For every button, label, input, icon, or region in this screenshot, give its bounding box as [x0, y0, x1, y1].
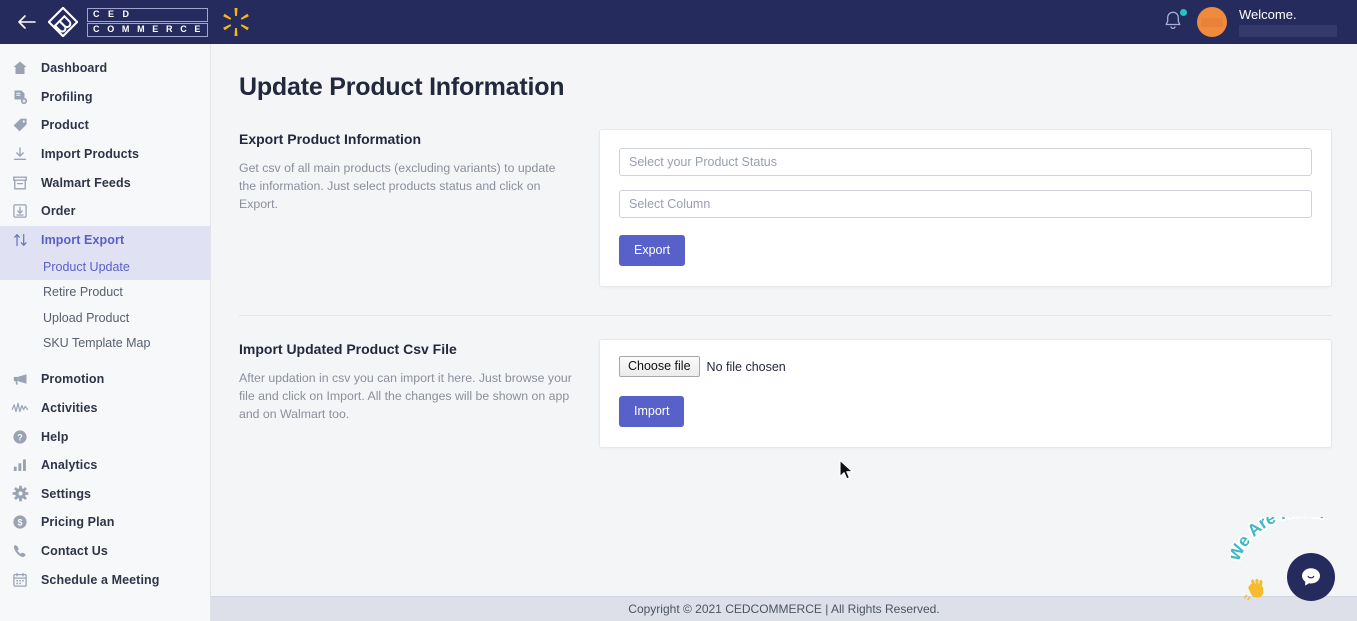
brand-line-one: C E D — [87, 7, 209, 22]
sidebar-nav: Dashboard Profiling Product Import Produ… — [0, 44, 211, 621]
sidebar-item-walmart-feeds[interactable]: Walmart Feeds — [0, 168, 210, 197]
sidebar-subitem-product-update[interactable]: Product Update — [0, 254, 210, 280]
up-down-arrows-icon — [8, 230, 32, 250]
sidebar-subitem-upload-product[interactable]: Upload Product — [0, 305, 210, 331]
sidebar-item-import-products[interactable]: Import Products — [0, 140, 210, 169]
sidebar-sublabel: Upload Product — [43, 310, 130, 325]
app-window: C E D C O M M E R C E Welcome. Dashboard… — [0, 0, 1357, 621]
sidebar-label: Promotion — [41, 372, 105, 387]
sidebar-sublabel: Product Update — [43, 259, 130, 274]
sidebar-label: Settings — [41, 486, 92, 501]
sidebar-label: Import Export — [41, 232, 125, 247]
sidebar-item-help[interactable]: ? Help — [0, 422, 210, 451]
sidebar-item-order[interactable]: Order — [0, 197, 210, 226]
sidebar-item-import-export[interactable]: Import Export — [0, 225, 210, 255]
bar-chart-icon — [8, 455, 32, 475]
archive-box-icon — [8, 173, 32, 193]
sidebar-item-pricing-plan[interactable]: $ Pricing Plan — [0, 508, 210, 537]
sidebar-label: Schedule a Meeting — [41, 572, 160, 587]
inbox-download-icon — [8, 201, 32, 221]
sidebar-item-contact-us[interactable]: Contact Us — [0, 537, 210, 566]
avatar-redaction — [1201, 18, 1223, 27]
sidebar-label: Walmart Feeds — [41, 175, 131, 190]
gear-icon — [8, 484, 32, 504]
sidebar-label: Contact Us — [41, 544, 108, 559]
import-description: After updation in csv you can import it … — [239, 371, 572, 421]
sidebar-item-dashboard[interactable]: Dashboard — [0, 54, 210, 83]
welcome-block: Welcome. — [1239, 6, 1337, 37]
megaphone-icon — [8, 369, 32, 389]
sidebar-item-promotion[interactable]: Promotion — [0, 365, 210, 394]
select-column-input[interactable] — [619, 190, 1312, 218]
file-picker-row: Choose file No file chosen — [619, 356, 1312, 377]
sidebar-sublabel: SKU Template Map — [43, 336, 151, 351]
product-status-select[interactable] — [619, 148, 1312, 176]
export-button[interactable]: Export — [619, 235, 686, 266]
sidebar-item-product[interactable]: Product — [0, 111, 210, 140]
svg-text:$: $ — [17, 518, 22, 528]
ced-diamond-logo — [47, 6, 79, 38]
activity-pulse-icon — [8, 398, 32, 418]
import-heading: Import Updated Product Csv File — [239, 341, 457, 357]
export-heading: Export Product Information — [239, 131, 421, 147]
footer: Copyright © 2021 CEDCOMMERCE | All Right… — [211, 596, 1357, 621]
top-header: C E D C O M M E R C E Welcome. — [0, 0, 1357, 44]
file-name-label: No file chosen — [706, 359, 786, 374]
sidebar-label: Pricing Plan — [41, 515, 115, 530]
copyright-text: Copyright © 2021 CEDCOMMERCE | All Right… — [628, 602, 940, 616]
notification-bell-icon[interactable] — [1161, 9, 1187, 35]
brand-line-two: C O M M E R C E — [87, 22, 209, 37]
export-card: Export — [599, 129, 1332, 287]
notification-dot — [1180, 9, 1187, 16]
main-content: Update Product Information Export Produc… — [211, 44, 1357, 596]
sidebar-label: Analytics — [41, 458, 98, 473]
welcome-text: Welcome. — [1239, 6, 1297, 22]
home-icon — [8, 58, 32, 78]
sidebar-label: Dashboard — [41, 61, 108, 76]
sidebar-item-activities[interactable]: Activities — [0, 394, 210, 423]
sidebar-sublabel: Retire Product — [43, 285, 123, 300]
download-icon — [8, 144, 32, 164]
help-circle-icon: ? — [8, 427, 32, 447]
ced-wordmark: C E D C O M M E R C E — [87, 7, 209, 37]
calendar-icon — [8, 570, 32, 590]
username-redaction — [1239, 24, 1337, 37]
sidebar-item-profiling[interactable]: Profiling — [0, 83, 210, 112]
walmart-spark-icon — [220, 6, 252, 38]
import-section: Import Updated Product Csv File After up… — [211, 339, 1357, 448]
sidebar-label: Import Products — [41, 147, 140, 162]
phone-icon — [8, 541, 32, 561]
choose-file-button[interactable]: Choose file — [619, 356, 700, 377]
brand-logo[interactable]: C E D C O M M E R C E — [47, 6, 209, 38]
sidebar-subitem-retire-product[interactable]: Retire Product — [0, 280, 210, 306]
section-divider — [239, 315, 1332, 316]
header-right-tools: Welcome. — [1161, 0, 1357, 44]
sidebar-label: Activities — [41, 401, 98, 416]
sidebar-subitem-sku-template-map[interactable]: SKU Template Map — [0, 331, 210, 357]
import-section-text: Import Updated Product Csv File After up… — [239, 339, 599, 423]
document-plus-icon — [8, 87, 32, 107]
page-title: Update Product Information — [239, 73, 565, 101]
import-button[interactable]: Import — [619, 396, 685, 427]
import-card: Choose file No file chosen Import — [599, 339, 1332, 448]
sidebar-label: Product — [41, 118, 89, 133]
sidebar-label: Profiling — [41, 89, 93, 104]
sidebar-label: Help — [41, 429, 69, 444]
sidebar-item-schedule-a-meeting[interactable]: Schedule a Meeting — [0, 565, 210, 594]
tag-icon — [8, 115, 32, 135]
dollar-circle-icon: $ — [8, 512, 32, 532]
svg-text:?: ? — [17, 432, 23, 442]
export-description: Get csv of all main products (excluding … — [239, 161, 556, 211]
export-section: Export Product Information Get csv of al… — [211, 129, 1357, 287]
sidebar-item-settings[interactable]: Settings — [0, 480, 210, 509]
export-section-text: Export Product Information Get csv of al… — [239, 129, 599, 213]
chat-bubble-icon[interactable] — [1287, 553, 1335, 601]
back-arrow-icon[interactable] — [10, 0, 44, 44]
sidebar-label: Order — [41, 204, 76, 219]
sidebar-item-analytics[interactable]: Analytics — [0, 451, 210, 480]
avatar[interactable] — [1197, 7, 1227, 37]
